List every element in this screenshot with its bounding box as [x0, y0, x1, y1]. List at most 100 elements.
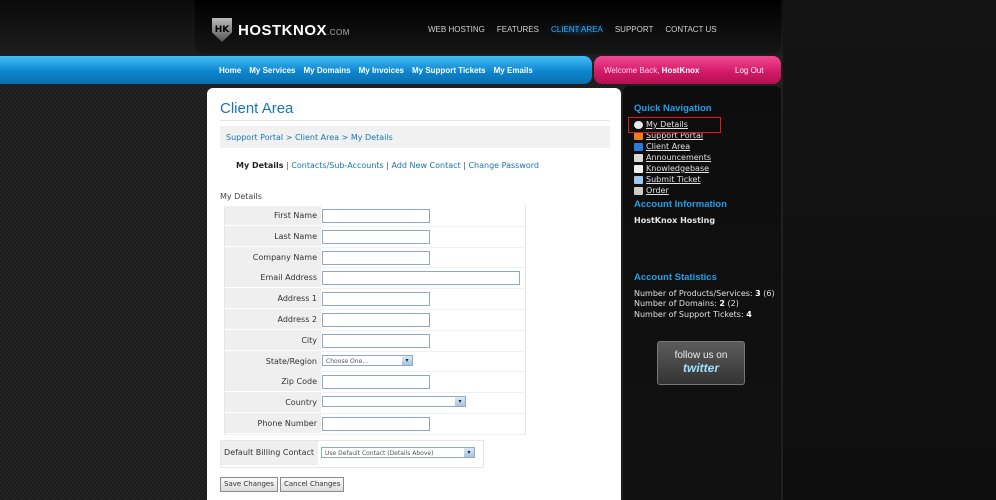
stat-label: Number of Support Tickets:: [634, 310, 744, 319]
selection-highlight: [628, 117, 721, 133]
cancel-changes-button[interactable]: Cancel Changes: [280, 477, 345, 492]
account-name: HostKnox Hosting: [634, 216, 716, 225]
stat-extra: (2): [727, 299, 739, 308]
field-label-text: City: [301, 335, 317, 345]
field-label-text: Last Name: [274, 231, 317, 241]
nav-my-invoices[interactable]: My Invoices: [355, 66, 408, 75]
stat-tickets: Number of Support Tickets: 4: [634, 310, 752, 319]
twitter-line-1: follow us on: [674, 350, 728, 361]
subnav-add-contact[interactable]: Add New Contact: [392, 161, 461, 170]
announcements-icon: [634, 153, 643, 162]
subnav-my-details[interactable]: My Details: [236, 161, 284, 170]
stat-products: Number of Products/Services: 3 (6): [634, 289, 775, 298]
field-label-text: Email Address: [260, 273, 317, 283]
user-name: HostKnox: [661, 66, 700, 75]
address-1-input[interactable]: [322, 292, 430, 307]
stat-label: Number of Domains:: [634, 299, 717, 308]
form-row: Email Address: [225, 268, 525, 290]
subnav-separator: |: [286, 161, 289, 170]
field-label: State/Region: [225, 351, 321, 371]
quick-link-submit-ticket[interactable]: Submit Ticket: [634, 175, 701, 184]
title-divider: [220, 120, 610, 121]
quick-link-label: Submit Ticket: [646, 175, 701, 184]
welcome-prefix: Welcome Back,: [604, 66, 660, 75]
account-statistics-title: Account Statistics: [634, 272, 717, 283]
details-subnav: My Details | Contacts/Sub-Accounts | Add…: [236, 161, 539, 170]
field-label-text: Address 1: [277, 294, 318, 304]
main-content: Client Area Support Portal > Client Area…: [207, 88, 621, 500]
nav-my-services[interactable]: My Services: [245, 66, 299, 75]
field-label: Company Name: [225, 247, 321, 267]
follow-twitter-button[interactable]: follow us on twitter: [657, 341, 745, 385]
field-label-text: Address 2: [277, 314, 318, 324]
stat-label: Number of Products/Services:: [634, 289, 753, 298]
client-icon: [634, 142, 643, 151]
nav-my-emails[interactable]: My Emails: [490, 66, 537, 75]
logout-link[interactable]: Log Out: [735, 66, 763, 75]
form-row: Last Name: [225, 226, 525, 248]
logo-text: HOSTKNOX.COM: [238, 22, 350, 39]
field-label-text: Country: [285, 398, 317, 408]
state-region-select[interactable]: Choose One... ▾: [322, 354, 413, 366]
form-row: State/Region Choose One... ▾: [225, 351, 525, 373]
quick-link-knowledgebase[interactable]: Knowledgebase: [634, 164, 709, 173]
right-background-panel: [783, 0, 996, 500]
logo-mark: HK: [214, 25, 230, 35]
phone-number-input[interactable]: [322, 416, 430, 431]
last-name-input[interactable]: [322, 229, 430, 244]
nav-my-domains[interactable]: My Domains: [300, 66, 355, 75]
billing-label-text: Default Billing Contact: [224, 448, 314, 457]
field-label: City: [225, 330, 321, 350]
quick-link-announcements[interactable]: Announcements: [634, 153, 711, 162]
topnav-support[interactable]: SUPPORT: [609, 22, 660, 37]
welcome-message: Welcome Back, HostKnox: [604, 66, 699, 75]
zip-code-input[interactable]: [322, 375, 430, 390]
breadcrumb[interactable]: Support Portal > Client Area > My Detail…: [226, 133, 393, 142]
quick-link-label: Announcements: [646, 153, 712, 162]
account-information-title: Account Information: [634, 199, 727, 210]
form-row: Country ▾: [225, 393, 525, 414]
city-input[interactable]: [322, 333, 430, 348]
stat-value: 2: [719, 299, 725, 308]
quick-link-client-area[interactable]: Client Area: [634, 142, 690, 151]
stat-domains: Number of Domains: 2 (2): [634, 299, 739, 308]
nav-home[interactable]: Home: [215, 66, 245, 75]
subnav-contacts[interactable]: Contacts/Sub-Accounts: [291, 161, 383, 170]
form-row: First Name: [225, 206, 525, 227]
quick-link-label: Client Area: [646, 142, 691, 151]
stat-value: 3: [755, 289, 761, 298]
topnav-contact-us[interactable]: CONTACT US: [659, 22, 722, 37]
form-row: Address 1: [225, 289, 525, 310]
quick-link-label: Knowledgebase: [646, 164, 710, 173]
field-label: First Name: [225, 206, 321, 225]
billing-contact-select[interactable]: Use Default Contact (Details Above) ▾: [321, 447, 475, 458]
form-row: Zip Code: [225, 372, 525, 394]
quick-link-label: Order: [646, 186, 669, 195]
logo-shield-icon: HK: [212, 18, 232, 42]
breadcrumb-bar: Support Portal > Client Area > My Detail…: [220, 126, 610, 148]
address-2-input[interactable]: [322, 312, 430, 327]
ticket-icon: [634, 175, 643, 184]
company-name-input[interactable]: [322, 250, 430, 265]
state-region-value: Choose One...: [326, 357, 368, 365]
quick-link-order[interactable]: Order: [634, 186, 669, 195]
save-changes-button[interactable]: Save Changes: [220, 477, 278, 492]
form-row: Phone Number: [225, 413, 525, 435]
topnav-web-hosting[interactable]: WEB HOSTING: [422, 22, 491, 37]
section-label: My Details: [220, 192, 262, 201]
field-label: Email Address: [225, 268, 321, 288]
first-name-input[interactable]: [322, 209, 430, 223]
logo[interactable]: HK HOSTKNOX.COM: [212, 18, 350, 42]
page-title: Client Area: [220, 100, 294, 117]
topnav-client-area[interactable]: CLIENT AREA: [544, 22, 609, 37]
brand-name: HOSTKNOX: [238, 21, 328, 39]
topnav-features[interactable]: FEATURES: [491, 22, 545, 37]
email-address-input[interactable]: [322, 271, 520, 286]
subnav-change-password[interactable]: Change Password: [468, 161, 539, 170]
field-label-text: Phone Number: [257, 418, 317, 428]
country-select[interactable]: ▾: [322, 396, 466, 408]
field-label: Address 1: [225, 289, 321, 309]
form-row: Company Name: [225, 247, 525, 269]
field-label-text: Zip Code: [281, 377, 317, 387]
nav-my-support-tickets[interactable]: My Support Tickets: [408, 66, 490, 75]
